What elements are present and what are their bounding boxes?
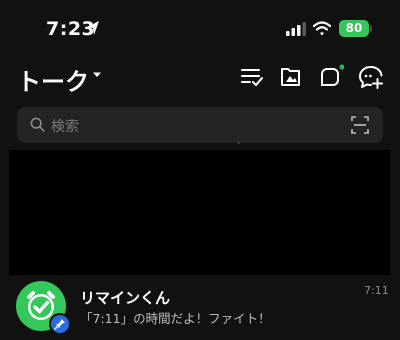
album-icon[interactable] [278, 64, 304, 90]
signal-icon [286, 22, 306, 36]
list-check-icon[interactable] [239, 64, 265, 90]
wifi-icon [313, 21, 331, 36]
pin-icon [49, 313, 71, 335]
new-chat-icon[interactable] [358, 64, 384, 90]
search-bar[interactable]: 検索 [17, 107, 383, 143]
ad-banner[interactable] [9, 150, 390, 275]
chat-time: 7:11 [364, 284, 389, 297]
top-header: トーク [0, 58, 400, 102]
page-title[interactable]: トーク [17, 62, 89, 97]
search-icon [30, 117, 45, 132]
openchat-icon[interactable] [318, 64, 344, 90]
location-arrow-icon [87, 21, 99, 35]
divider-dot [237, 141, 240, 144]
status-bar: 7:23 80 [0, 0, 400, 58]
chat-last-message: 「7:11」の時間だよ！ファイト！ [80, 311, 271, 326]
qr-scan-icon[interactable] [351, 116, 369, 134]
battery-indicator: 80 [339, 20, 369, 37]
chat-list-item[interactable]: リマインくん 「7:11」の時間だよ！ファイト！ 7:11 [0, 275, 400, 340]
chevron-down-icon[interactable] [92, 71, 102, 79]
search-input[interactable]: 検索 [51, 116, 79, 136]
battery-tip [370, 25, 372, 32]
chat-name: リマインくん [80, 289, 171, 307]
